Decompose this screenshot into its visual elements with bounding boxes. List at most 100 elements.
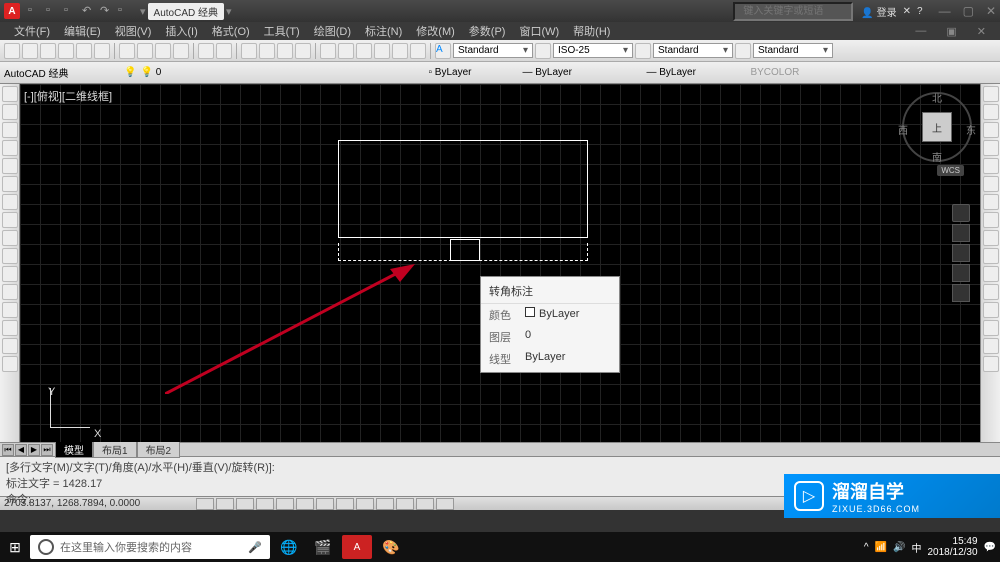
task-paint-icon[interactable]: 🎨 [376,535,406,559]
menu-edit[interactable]: 编辑(E) [58,22,107,40]
tray-up-icon[interactable]: ^ [864,542,869,553]
minimize-button[interactable]: — [939,4,951,18]
wcs-label[interactable]: WCS [937,165,964,176]
dim-style-select[interactable]: ISO-25 [553,43,633,58]
new-icon[interactable]: ▫ [28,4,42,18]
close-button[interactable]: ✕ [986,4,996,18]
new-icon[interactable] [4,43,20,59]
linetype-select[interactable]: — ByLayer [522,67,642,78]
save-icon[interactable]: ▫ [64,4,78,18]
pan-icon[interactable] [241,43,257,59]
plotstyle-select[interactable]: BYCOLOR [750,67,830,78]
tpm-toggle[interactable] [376,498,394,510]
task-movies-icon[interactable]: 🎬 [308,535,338,559]
open-icon[interactable] [22,43,38,59]
model-viewport[interactable]: [-][俯视][二维线框] 转角标注 颜色 ByLayer 图层 0 线型 By… [20,84,1000,442]
scale-icon[interactable] [983,212,999,228]
fillet-icon[interactable] [983,338,999,354]
menu-dim[interactable]: 标注(N) [359,22,408,40]
coordinates-display[interactable]: 2703.8137, 1268.7894, 0.0000 [4,498,184,509]
block-icon[interactable] [2,248,18,264]
start-button[interactable]: ⊞ [4,536,26,558]
app-logo[interactable]: A [4,3,20,19]
qp-toggle[interactable] [396,498,414,510]
copy-icon[interactable] [137,43,153,59]
layer-states-icon[interactable]: 💡 [124,67,136,78]
doc-minimize-button[interactable]: — [909,24,932,39]
markup-icon[interactable] [392,43,408,59]
task-autocad-icon[interactable]: A [342,535,372,559]
lineweight-select[interactable]: — ByLayer [646,67,746,78]
circle-icon[interactable] [2,176,18,192]
table-style-select[interactable]: Standard [653,43,733,58]
explode-icon[interactable] [983,356,999,372]
text-style-select[interactable]: Standard [453,43,533,58]
doc-close-button[interactable]: ✕ [971,24,992,39]
viewcube[interactable]: 上 北 东 西 南 WCS [902,92,972,162]
print-icon[interactable]: ▫ [118,4,132,18]
grid-toggle[interactable] [216,498,234,510]
task-chrome-icon[interactable]: 🌐 [274,535,304,559]
doc-restore-button[interactable]: ▣ [940,24,962,39]
osnap-toggle[interactable] [276,498,294,510]
save-icon[interactable] [40,43,56,59]
ortho-toggle[interactable] [236,498,254,510]
add-icon[interactable] [2,356,18,372]
cut-icon[interactable] [119,43,135,59]
join-icon[interactable] [983,302,999,318]
tab-model[interactable]: 模型 [55,441,93,458]
open-icon[interactable]: ▫ [46,4,60,18]
break-icon[interactable] [983,284,999,300]
steering-wheel-icon[interactable] [952,204,970,222]
layer-select[interactable]: 💡 0 [140,67,220,78]
paste-icon[interactable] [155,43,171,59]
undo-icon[interactable]: ↶ [82,4,96,18]
tray-volume-icon[interactable]: 🔊 [893,542,905,553]
arc-icon[interactable] [2,158,18,174]
rotate-icon[interactable] [983,194,999,210]
redo-icon[interactable]: ↷ [100,4,114,18]
menu-modify[interactable]: 修改(M) [410,22,461,40]
workspace-switcher[interactable]: ▾ AutoCAD 经典 ▾ [140,3,232,20]
exchange-icon[interactable]: ✕ [903,6,911,17]
chamfer-icon[interactable] [983,320,999,336]
tray-network-icon[interactable]: 📶 [875,542,887,553]
workspace-select[interactable]: AutoCAD 经典 [4,65,104,80]
move-icon[interactable] [983,176,999,192]
sc-toggle[interactable] [416,498,434,510]
undo-icon[interactable] [198,43,214,59]
dyn-toggle[interactable] [336,498,354,510]
menu-draw[interactable]: 绘图(D) [308,22,357,40]
menu-param[interactable]: 参数(P) [463,22,512,40]
zoom-prev-icon[interactable] [295,43,311,59]
redo-icon[interactable] [216,43,232,59]
table-style-icon[interactable] [635,43,651,59]
zoom-nav-icon[interactable] [952,244,970,262]
calc-icon[interactable] [410,43,426,59]
menu-help[interactable]: 帮助(H) [567,22,616,40]
sign-in-button[interactable]: 👤 登录 [861,4,896,19]
tab-layout1[interactable]: 布局1 [93,441,137,458]
pline-icon[interactable] [2,104,18,120]
help-search-input[interactable] [733,2,853,21]
ellipse-icon[interactable] [2,212,18,228]
region-icon[interactable] [2,284,18,300]
menu-format[interactable]: 格式(O) [206,22,256,40]
windows-search-input[interactable]: 在这里输入你要搜索的内容 🎤 [30,535,270,559]
props-icon[interactable] [320,43,336,59]
trim-icon[interactable] [983,248,999,264]
offset-icon[interactable] [983,140,999,156]
tab-next-icon[interactable]: ▶ [28,444,40,456]
menu-file[interactable]: 文件(F) [8,22,56,40]
text-style-icon[interactable]: A [435,43,451,59]
tool-palette-icon[interactable] [356,43,372,59]
menu-window[interactable]: 窗口(W) [513,22,565,40]
menu-view[interactable]: 视图(V) [109,22,158,40]
color-select[interactable]: ▫ ByLayer [428,67,518,78]
help-icon[interactable]: ? [917,6,923,17]
viewcube-top[interactable]: 上 [922,112,952,142]
gradient-icon[interactable] [2,302,18,318]
mirror-icon[interactable] [983,122,999,138]
tab-last-icon[interactable]: ⏭ [41,444,53,456]
showmo-nav-icon[interactable] [952,284,970,302]
